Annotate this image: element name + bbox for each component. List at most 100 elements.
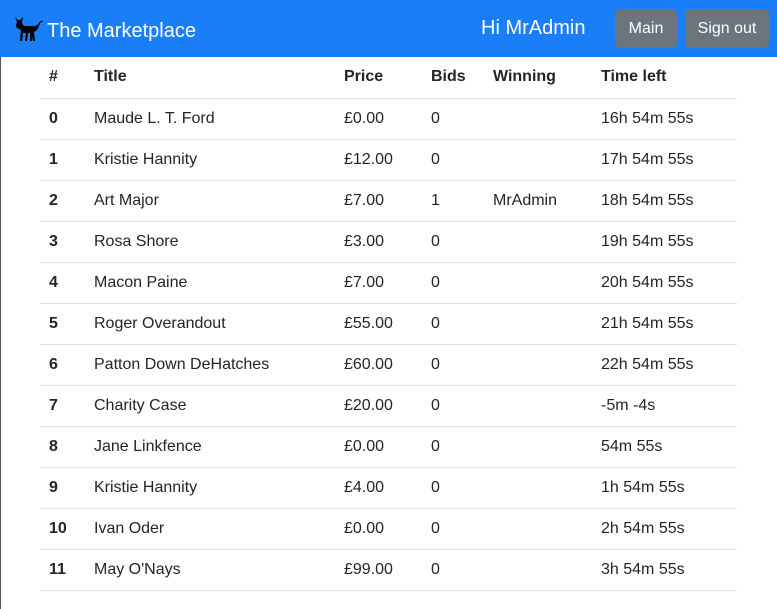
item-price: £20.00 — [335, 385, 422, 427]
table-row[interactable]: 3 Rosa Shore £3.00 0 19h 54m 55s — [40, 221, 737, 263]
item-winning — [484, 549, 592, 591]
col-header-time-left: Time left — [592, 57, 737, 99]
item-number: 3 — [40, 221, 85, 263]
item-winning — [484, 467, 592, 509]
table-row[interactable]: 6 Patton Down DeHatches £60.00 0 22h 54m 55s — [40, 344, 737, 386]
item-winning — [484, 344, 592, 386]
sign-out-button[interactable]: Sign out — [685, 9, 769, 48]
item-winning — [484, 139, 592, 181]
item-bids: 0 — [422, 426, 484, 468]
item-number: 6 — [40, 344, 85, 386]
greeting-text: Hi MrAdmin — [481, 17, 586, 39]
table-row[interactable]: 7 Charity Case £20.00 0 -5m -4s — [40, 385, 737, 427]
item-winning — [484, 98, 592, 140]
item-time-left: 54m 55s — [592, 426, 737, 468]
item-winning — [484, 385, 592, 427]
item-winning — [484, 262, 592, 304]
item-bids: 0 — [422, 549, 484, 591]
item-title: May O'Nays — [85, 549, 335, 591]
item-title: Charity Case — [85, 385, 335, 427]
item-number: 0 — [40, 98, 85, 140]
listings-table: # Title Price Bids Winning Time left 0 Ma… — [40, 57, 737, 591]
item-bids: 0 — [422, 344, 484, 386]
item-price: £4.00 — [335, 467, 422, 509]
item-price: £7.00 — [335, 180, 422, 222]
cat-icon — [12, 14, 47, 48]
item-number: 5 — [40, 303, 85, 345]
item-winning — [484, 221, 592, 263]
navbar: The Marketplace Hi MrAdmin Main Sign out — [0, 0, 777, 57]
item-number: 8 — [40, 426, 85, 468]
item-winning: MrAdmin — [484, 180, 592, 222]
table-row[interactable]: 5 Roger Overandout £55.00 0 21h 54m 55s — [40, 303, 737, 345]
table-header-row: # Title Price Bids Winning Time left — [40, 57, 737, 99]
item-title: Macon Paine — [85, 262, 335, 304]
item-title: Jane Linkfence — [85, 426, 335, 468]
col-header-winning: Winning — [484, 57, 592, 99]
item-time-left: -5m -4s — [592, 385, 737, 427]
table-row[interactable]: 2 Art Major £7.00 1 MrAdmin 18h 54m 55s — [40, 180, 737, 222]
item-number: 7 — [40, 385, 85, 427]
item-time-left: 18h 54m 55s — [592, 180, 737, 222]
table-row[interactable]: 1 Kristie Hannity £12.00 0 17h 54m 55s — [40, 139, 737, 181]
table-row[interactable]: 11 May O'Nays £99.00 0 3h 54m 55s — [40, 549, 737, 591]
item-number: 4 — [40, 262, 85, 304]
item-bids: 0 — [422, 508, 484, 550]
item-title: Ivan Oder — [85, 508, 335, 550]
item-time-left: 17h 54m 55s — [592, 139, 737, 181]
item-title: Maude L. T. Ford — [85, 98, 335, 140]
item-bids: 0 — [422, 262, 484, 304]
item-title: Kristie Hannity — [85, 467, 335, 509]
col-header-number: # — [40, 57, 85, 99]
item-number: 9 — [40, 467, 85, 509]
item-time-left: 1h 54m 55s — [592, 467, 737, 509]
item-time-left: 3h 54m 55s — [592, 549, 737, 591]
item-price: £0.00 — [335, 426, 422, 468]
item-time-left: 2h 54m 55s — [592, 508, 737, 550]
item-price: £55.00 — [335, 303, 422, 345]
item-time-left: 22h 54m 55s — [592, 344, 737, 386]
item-time-left: 21h 54m 55s — [592, 303, 737, 345]
item-time-left: 16h 54m 55s — [592, 98, 737, 140]
item-number: 2 — [40, 180, 85, 222]
item-price: £3.00 — [335, 221, 422, 263]
item-number: 11 — [40, 549, 85, 591]
item-time-left: 19h 54m 55s — [592, 221, 737, 263]
item-number: 1 — [40, 139, 85, 181]
item-bids: 1 — [422, 180, 484, 222]
item-price: £12.00 — [335, 139, 422, 181]
col-header-price: Price — [335, 57, 422, 99]
item-winning — [484, 303, 592, 345]
item-title: Patton Down DeHatches — [85, 344, 335, 386]
item-number: 10 — [40, 508, 85, 550]
item-bids: 0 — [422, 98, 484, 140]
frame-border — [0, 57, 1, 609]
table-row[interactable]: 4 Macon Paine £7.00 0 20h 54m 55s — [40, 262, 737, 304]
item-price: £0.00 — [335, 508, 422, 550]
item-price: £0.00 — [335, 98, 422, 140]
item-winning — [484, 426, 592, 468]
col-header-title: Title — [85, 57, 335, 99]
item-bids: 0 — [422, 385, 484, 427]
item-price: £99.00 — [335, 549, 422, 591]
table-row[interactable]: 9 Kristie Hannity £4.00 0 1h 54m 55s — [40, 467, 737, 509]
item-price: £7.00 — [335, 262, 422, 304]
item-bids: 0 — [422, 467, 484, 509]
item-title: Roger Overandout — [85, 303, 335, 345]
item-winning — [484, 508, 592, 550]
item-title: Kristie Hannity — [85, 139, 335, 181]
item-title: Art Major — [85, 180, 335, 222]
item-time-left: 20h 54m 55s — [592, 262, 737, 304]
brand-link[interactable]: The Marketplace — [12, 14, 196, 48]
item-bids: 0 — [422, 139, 484, 181]
item-title: Rosa Shore — [85, 221, 335, 263]
brand-text: The Marketplace — [47, 19, 196, 42]
table-row[interactable]: 10 Ivan Oder £0.00 0 2h 54m 55s — [40, 508, 737, 550]
col-header-bids: Bids — [422, 57, 484, 99]
item-bids: 0 — [422, 221, 484, 263]
table-row[interactable]: 8 Jane Linkfence £0.00 0 54m 55s — [40, 426, 737, 468]
item-bids: 0 — [422, 303, 484, 345]
table-row[interactable]: 0 Maude L. T. Ford £0.00 0 16h 54m 55s — [40, 98, 737, 140]
main-button[interactable]: Main — [615, 9, 677, 48]
item-price: £60.00 — [335, 344, 422, 386]
